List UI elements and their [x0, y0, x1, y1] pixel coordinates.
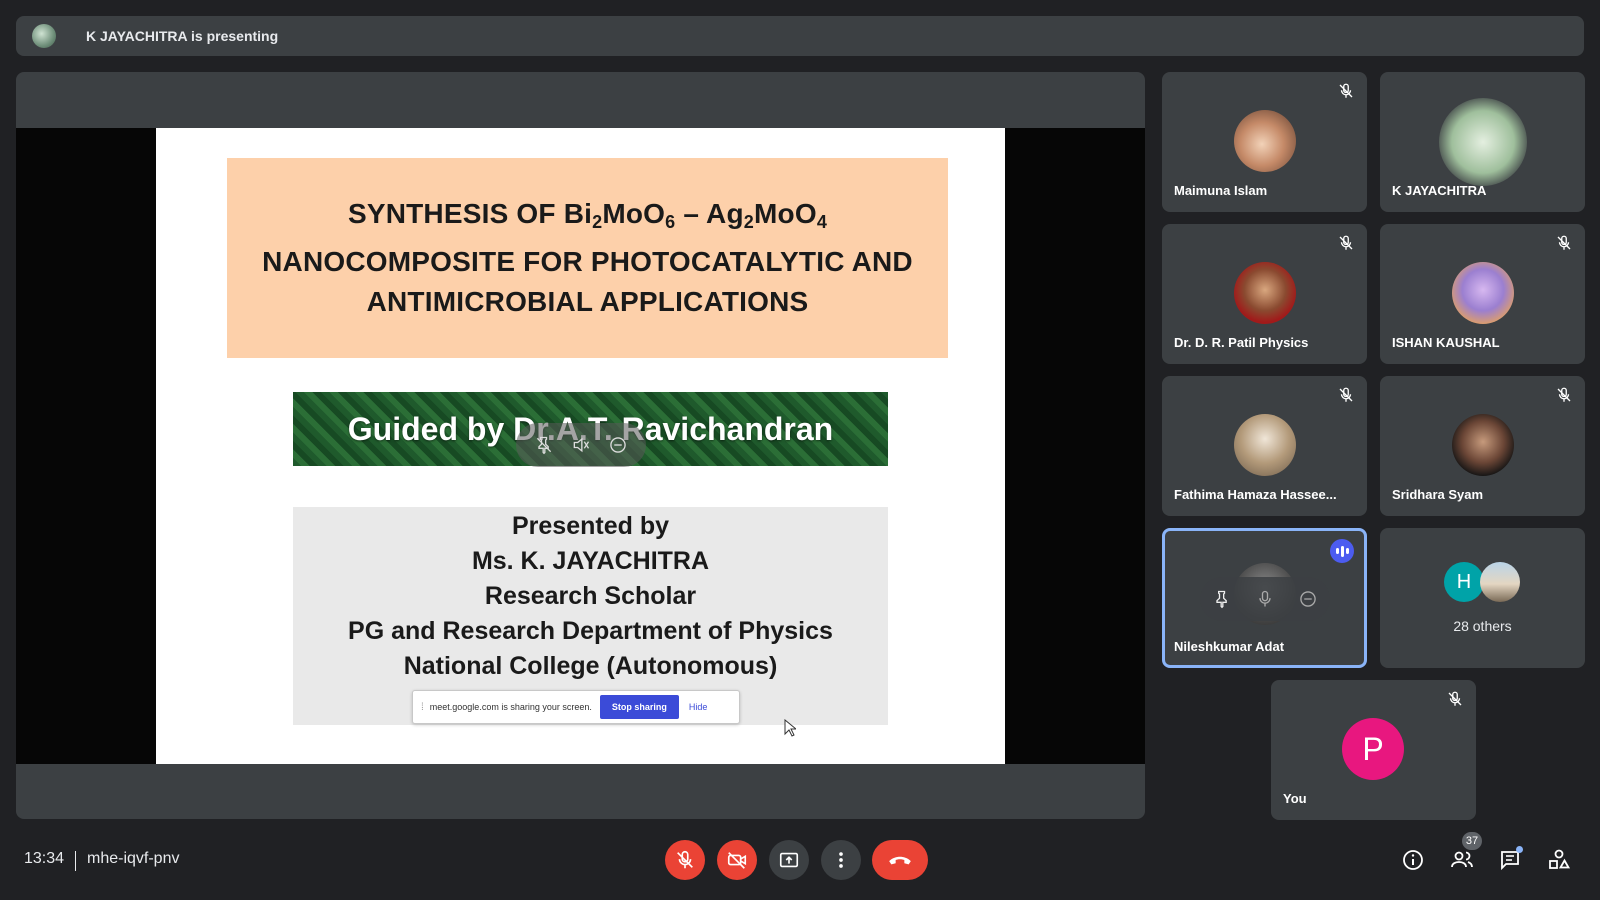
remove-icon[interactable] — [1298, 589, 1318, 609]
divider — [75, 851, 76, 871]
mouse-cursor-icon — [784, 719, 796, 737]
present-screen-icon — [779, 852, 799, 868]
remove-icon[interactable] — [608, 435, 628, 455]
avatar — [1233, 414, 1296, 476]
people-count-badge: 37 — [1462, 832, 1482, 850]
mute-audio-icon[interactable] — [571, 435, 591, 455]
participant-name: Nileshkumar Adat — [1174, 639, 1285, 654]
participant-tile[interactable]: ISHAN KAUSHAL — [1380, 224, 1585, 364]
mic-toggle-button[interactable] — [665, 840, 705, 880]
mic-off-icon — [1557, 387, 1571, 402]
participant-tile[interactable]: Dr. D. R. Patil Physics — [1162, 224, 1367, 364]
share-message: meet.google.com is sharing your screen. — [429, 702, 592, 712]
presented-line: Research Scholar — [484, 582, 697, 610]
shared-screen: SYNTHESIS OF Bi2MoO6 – Ag2MoO4 NANOCOMPO… — [16, 128, 1145, 764]
presenting-text: K JAYACHITRA is presenting — [86, 28, 279, 44]
slide-title-box: SYNTHESIS OF Bi2MoO6 – Ag2MoO4 NANOCOMPO… — [227, 158, 948, 358]
chat-unread-dot — [1516, 846, 1523, 853]
self-avatar: P — [1342, 718, 1404, 780]
speaking-indicator-icon — [1330, 539, 1354, 563]
avatar — [1233, 110, 1296, 172]
participant-name: K JAYACHITRA — [1392, 183, 1487, 198]
participant-name: Fathima Hamaza Hassee... — [1174, 487, 1337, 502]
bottom-toolbar: 13:34 mhe-iqvf-pnv 37 — [0, 832, 1600, 900]
participant-tile[interactable]: Fathima Hamaza Hassee... — [1162, 376, 1367, 516]
participant-name: ISHAN KAUSHAL — [1392, 335, 1500, 350]
drag-handle-icon[interactable]: ⁞ — [421, 702, 424, 713]
tile-hover-controls — [1200, 577, 1330, 621]
slide-title-line-3: ANTIMICROBIAL APPLICATIONS — [366, 286, 809, 317]
stage-hover-controls — [516, 423, 646, 467]
presented-line: National College (Autonomous) — [403, 652, 778, 680]
people-icon[interactable] — [1450, 848, 1474, 872]
presenting-banner: K JAYACHITRA is presenting — [16, 16, 1584, 56]
slide-title-line-2: NANOCOMPOSITE FOR PHOTOCATALYTIC AND — [262, 246, 913, 277]
slide: SYNTHESIS OF Bi2MoO6 – Ag2MoO4 NANOCOMPO… — [156, 128, 1005, 764]
presenter-avatar — [32, 24, 56, 48]
screen-share-notification: ⁞ meet.google.com is sharing your screen… — [412, 690, 740, 724]
more-vert-icon — [839, 852, 843, 868]
mic-off-icon — [677, 850, 693, 869]
call-end-icon — [889, 856, 911, 865]
pin-off-icon[interactable] — [534, 435, 554, 455]
mic-off-icon — [1339, 235, 1353, 250]
participant-tile-active-speaker[interactable]: Nileshkumar Adat — [1162, 528, 1367, 668]
participant-name: Dr. D. R. Patil Physics — [1174, 335, 1309, 350]
present-button[interactable] — [769, 840, 809, 880]
participant-name: Sridhara Syam — [1392, 487, 1484, 502]
hide-link[interactable]: Hide — [689, 702, 708, 712]
presented-line: PG and Research Department of Physics — [348, 617, 833, 645]
participant-tile[interactable]: K JAYACHITRA — [1380, 72, 1585, 212]
self-tile[interactable]: P You — [1271, 680, 1476, 820]
avatar: H — [1444, 562, 1484, 602]
info-icon[interactable] — [1401, 848, 1425, 872]
camera-off-icon — [727, 852, 747, 869]
participant-name: Maimuna Islam — [1174, 183, 1268, 198]
camera-toggle-button[interactable] — [717, 840, 757, 880]
meet-window: K JAYACHITRA is presenting SYNTHESIS OF … — [0, 0, 1600, 900]
others-tile[interactable]: H 28 others — [1380, 528, 1585, 668]
avatar — [1438, 98, 1527, 186]
presented-line: Presented by — [511, 512, 669, 540]
avatar — [1451, 262, 1514, 324]
more-options-button[interactable] — [821, 840, 861, 880]
pin-icon[interactable] — [1212, 589, 1232, 609]
avatar — [1451, 414, 1514, 476]
mic-off-icon — [1448, 691, 1462, 706]
presentation-stage[interactable]: SYNTHESIS OF Bi2MoO6 – Ag2MoO4 NANOCOMPO… — [16, 72, 1145, 819]
participant-name: You — [1283, 791, 1307, 806]
avatar — [1233, 262, 1296, 324]
meeting-code: mhe-iqvf-pnv — [87, 850, 180, 867]
slide-title-line-1: SYNTHESIS OF Bi2MoO6 – Ag2MoO4 — [347, 198, 828, 232]
leave-call-button[interactable] — [872, 840, 928, 880]
mic-off-icon — [1339, 387, 1353, 402]
participant-tile[interactable]: Maimuna Islam — [1162, 72, 1367, 212]
activities-icon[interactable] — [1547, 848, 1571, 872]
avatar — [1480, 562, 1520, 602]
others-count: 28 others — [1453, 618, 1512, 634]
stop-sharing-button[interactable]: Stop sharing — [599, 695, 679, 719]
mic-off-icon — [1557, 235, 1571, 250]
participant-tile[interactable]: Sridhara Syam — [1380, 376, 1585, 516]
mic-off-icon — [1339, 83, 1353, 98]
clock: 13:34 — [24, 850, 65, 867]
mic-icon[interactable] — [1255, 589, 1275, 609]
presented-line: Ms. K. JAYACHITRA — [471, 547, 710, 575]
